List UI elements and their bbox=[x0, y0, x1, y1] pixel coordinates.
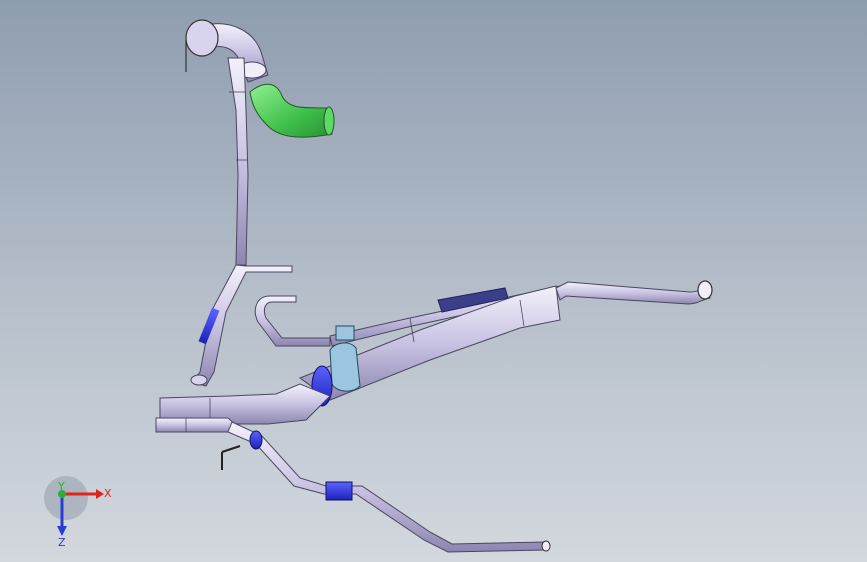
z-axis-label: Z bbox=[58, 536, 66, 549]
exhaust-assembly-model[interactable]: X Y Z bbox=[0, 0, 867, 562]
muffler-assembly[interactable] bbox=[298, 280, 713, 401]
graphics-viewport[interactable]: X Y Z bbox=[0, 0, 867, 562]
lower-tailpipe[interactable] bbox=[221, 421, 551, 553]
selected-elbow-part[interactable] bbox=[249, 83, 335, 138]
coordinate-triad-icon: X Y Z bbox=[44, 476, 112, 549]
y-axis-label: Y bbox=[57, 480, 65, 493]
inlet-manifold[interactable] bbox=[155, 383, 331, 433]
x-axis-label: X bbox=[104, 487, 112, 500]
